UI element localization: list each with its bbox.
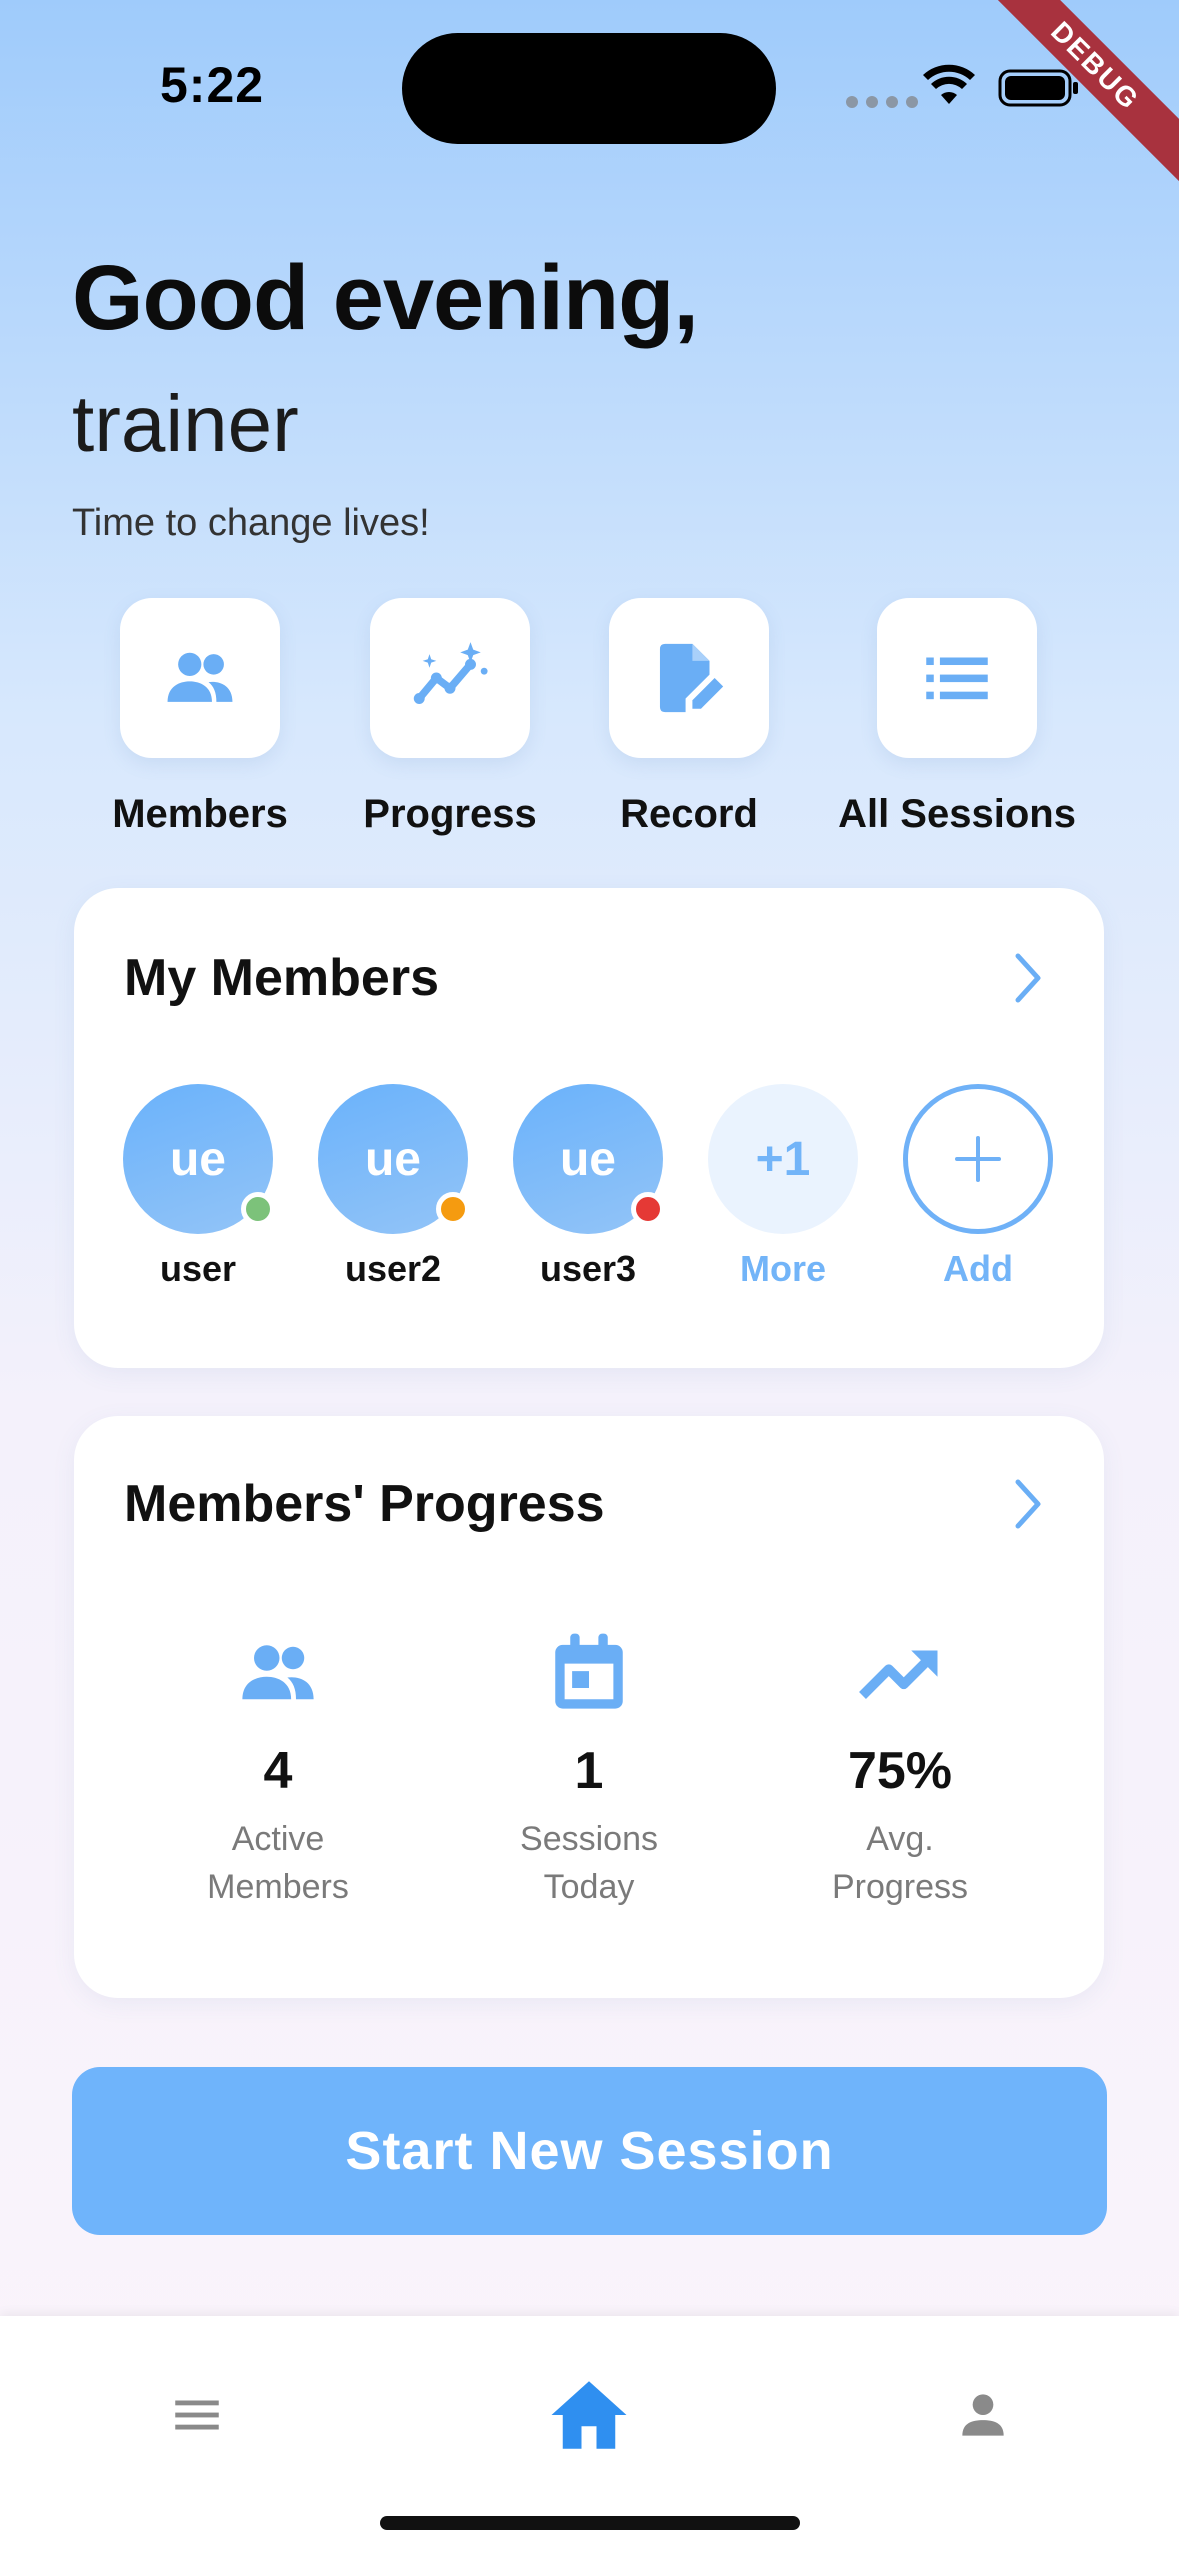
avatar[interactable]: ue [123, 1084, 275, 1234]
avatar-initials: ue [169, 1132, 226, 1186]
stat-label: Avg. Progress [760, 1815, 1040, 1911]
stat-active-members: 4 Active Members [138, 1628, 418, 1911]
trending-up-icon [859, 1650, 938, 1699]
tagline: Time to change lives! [72, 502, 430, 544]
debug-label: DEBUG [979, 0, 1179, 195]
greeting-title: Good evening, [72, 247, 699, 349]
calendar-icon [555, 1633, 623, 1709]
chevron-right-icon[interactable] [1008, 950, 1048, 1006]
add-member-button[interactable]: Add [903, 1084, 1053, 1290]
members-progress-card: Members' Progress 4 Active Members 1 Ses… [74, 1416, 1104, 1998]
group-icon [167, 652, 233, 702]
avatar-initials: ue [364, 1132, 421, 1186]
status-dot [631, 1192, 665, 1226]
avatar-initials: ue [559, 1132, 616, 1186]
quick-action-members-tile[interactable] [120, 598, 280, 758]
stat-value: 1 [574, 1742, 604, 1800]
nav-menu[interactable] [152, 2370, 242, 2460]
member-avatar-user2[interactable]: ue user2 [318, 1084, 470, 1290]
member-name: user3 [539, 1248, 637, 1289]
chevron-right-icon[interactable] [1008, 1476, 1048, 1532]
status-dot [241, 1192, 275, 1226]
stat-label: Active Members [138, 1815, 418, 1911]
quick-action-all-sessions-tile[interactable] [877, 598, 1037, 758]
quick-action-all-sessions-label: All Sessions [838, 792, 1076, 836]
stat-avg-progress: 75% Avg. Progress [760, 1628, 1040, 1911]
stat-label-line1: Avg. [866, 1820, 934, 1858]
username: trainer [72, 379, 299, 468]
avatar[interactable]: ue [318, 1084, 470, 1234]
dynamic-island [402, 33, 776, 144]
quick-action-progress[interactable]: Progress [325, 598, 575, 837]
more-members-button[interactable]: +1 More [708, 1084, 858, 1290]
stat-sessions-today: 1 Sessions Today [449, 1628, 729, 1911]
member-name: user [159, 1248, 237, 1289]
quick-action-progress-tile[interactable] [370, 598, 530, 758]
group-icon [242, 1645, 314, 1700]
my-members-card: My Members ue user ue user2 ue user3 +1 … [74, 888, 1104, 1368]
more-count: +1 [755, 1132, 811, 1186]
wifi-icon [923, 64, 975, 104]
stat-value: 75% [847, 1742, 953, 1800]
add-label: Add [943, 1248, 1013, 1289]
quick-action-record-label: Record [620, 792, 758, 836]
member-avatar-user3[interactable]: ue user3 [513, 1084, 665, 1290]
plus-icon [955, 1136, 1001, 1182]
avatar[interactable]: ue [513, 1084, 665, 1234]
more-avatar[interactable]: +1 [708, 1084, 858, 1234]
home-icon [551, 2381, 627, 2449]
stat-label: Sessions Today [449, 1815, 729, 1911]
quick-action-all-sessions[interactable]: All Sessions [832, 598, 1082, 837]
stat-label-line1: Sessions [520, 1820, 658, 1858]
stat-label-line2: Today [543, 1868, 635, 1906]
stat-value: 4 [263, 1742, 293, 1800]
quick-action-progress-label: Progress [363, 792, 537, 836]
home-indicator [380, 2516, 800, 2530]
nav-home[interactable] [544, 2370, 634, 2460]
person-icon [962, 2394, 1004, 2436]
member-avatar-user[interactable]: ue user [123, 1084, 275, 1290]
quick-action-members-label: Members [112, 792, 288, 836]
stat-label-line2: Members [207, 1868, 349, 1906]
add-avatar[interactable] [903, 1084, 1053, 1234]
quick-action-record-tile[interactable] [609, 598, 769, 758]
menu-icon [175, 2400, 219, 2430]
stat-label-line2: Progress [831, 1868, 969, 1906]
nav-profile[interactable] [938, 2370, 1028, 2460]
cellular-signal-icon [846, 96, 918, 108]
quick-action-members[interactable]: Members [75, 598, 325, 837]
edit-document-icon [659, 643, 724, 713]
more-label: More [739, 1248, 826, 1289]
stat-label-line1: Active [231, 1820, 325, 1858]
progress-chart-icon [413, 642, 488, 704]
quick-action-record[interactable]: Record [564, 598, 814, 837]
status-dot [436, 1192, 470, 1226]
status-time: 5:22 [160, 57, 265, 113]
bottom-nav [0, 2316, 1179, 2556]
member-name: user2 [344, 1248, 442, 1289]
debug-banner: DEBUG [979, 0, 1179, 200]
list-icon [926, 657, 988, 700]
members-progress-title: Members' Progress [124, 1475, 605, 1533]
my-members-title: My Members [124, 949, 439, 1007]
start-new-session-button[interactable]: Start New Session [72, 2067, 1107, 2235]
